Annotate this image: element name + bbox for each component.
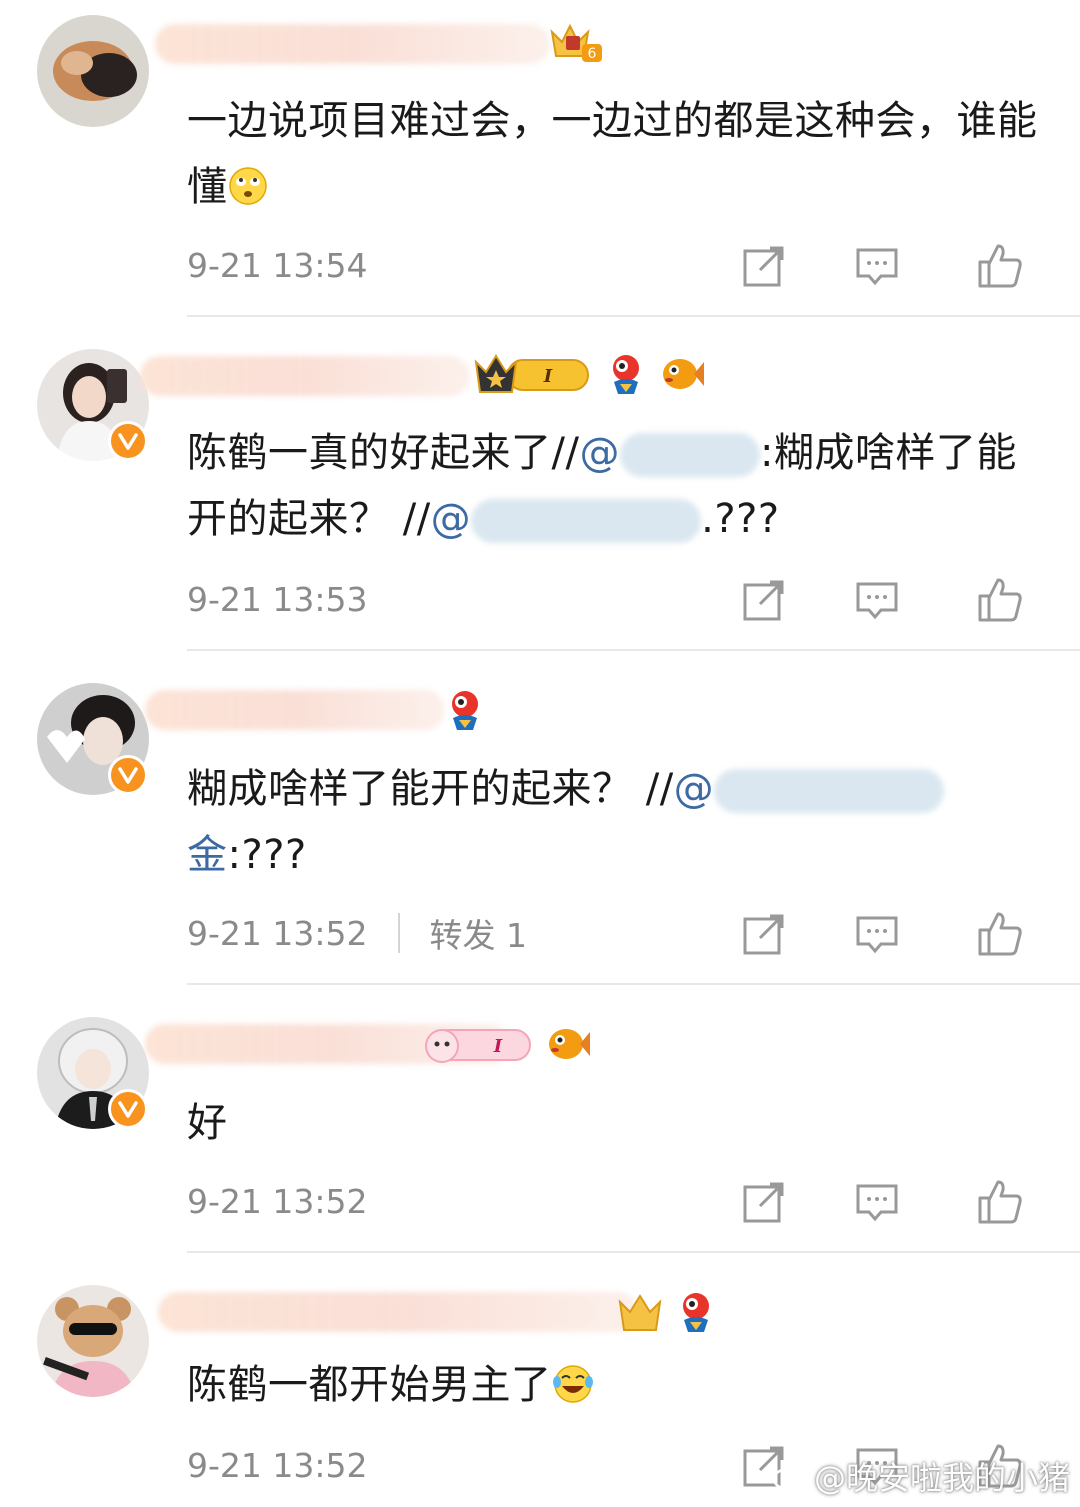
red-bird-icon [613,355,639,394]
comment-time: 9-21 13:52 [187,1445,368,1485]
meta-separator [397,913,400,953]
comment-text-content: .??? [701,496,780,542]
comment-icon[interactable] [853,242,901,290]
comment-icon[interactable] [853,1178,901,1226]
laughing-tears-emoji-icon [552,1365,593,1403]
comment-text-content: 好 [187,1100,228,1146]
comment-text-content: 糊成啥样了能开的起来？ // [187,766,674,812]
rolling-eyes-emoji-icon [228,167,267,205]
share-icon[interactable] [740,1178,788,1226]
comment-icon[interactable] [853,576,901,624]
mention-text: @ [579,430,620,476]
divider [187,1251,1080,1253]
watermark-text: @晚安啦我的小猪 [813,1459,1070,1497]
comment-text: 一边说项目难过会，一边过的都是这种会，谁能懂 [187,88,1057,220]
goldfish-icon [549,1029,590,1059]
divider [187,983,1080,985]
comment-icon[interactable] [853,910,901,958]
mention-text: @ [673,766,715,812]
comment-time: 9-21 13:52 [187,1181,368,1221]
thumbs-up-icon[interactable] [976,576,1024,624]
weibo-logo-icon [772,1461,808,1491]
thumbs-up-icon[interactable] [976,1178,1024,1226]
member-level-text: I [493,1036,503,1057]
username-redacted[interactable] [140,356,470,396]
avatar[interactable] [37,1285,149,1397]
forward-label: 转发 [429,916,496,955]
member-crown-badge [618,1294,662,1331]
comment-text: 糊成啥样了能开的起来？ //@ 金:??? [187,756,1057,888]
username-redacted[interactable] [145,690,445,730]
share-icon[interactable] [740,242,788,290]
mention-text: @ [430,496,472,542]
verified-v-icon [108,755,148,795]
verified-v-icon [108,1089,148,1129]
red-bird-icon [452,691,478,730]
red-bird-icon [683,1293,709,1332]
comment-text: 陈鹤一都开始男主了 [187,1352,1057,1418]
member-crown-badge: I [474,354,589,393]
mention-link[interactable]: @ [430,496,702,543]
goldfish-icon [663,359,704,389]
comment-text-content: :??? [227,832,307,878]
thumbs-up-icon[interactable] [976,910,1024,958]
username-redacted[interactable] [155,24,550,64]
comment-time: 9-21 13:52 [187,913,368,953]
comment-text-content: 一边说项目难过会，一边过的都是这种会，谁能懂 [187,98,1038,210]
comment-text-content: 陈鹤一真的好起来了// [187,430,580,476]
thumbs-up-icon[interactable] [976,242,1024,290]
member-level-badge: 6 [550,23,602,62]
comment-text-content: 陈鹤一都开始男主了 [187,1362,552,1408]
username-redacted[interactable] [158,1292,638,1332]
share-icon[interactable] [740,576,788,624]
mention-text: 金 [187,832,228,878]
member-pink-badge: I [425,1029,531,1063]
mention-link[interactable]: @ [579,430,760,477]
member-level-text: I [543,366,553,387]
share-icon[interactable] [740,910,788,958]
member-level-text: 6 [588,46,597,62]
forward-count-link[interactable]: 转发 1 [430,909,528,957]
comment-time: 9-21 13:53 [187,579,368,619]
weibo-watermark: @晚安啦我的小猪 [772,1453,1070,1499]
forward-count: 1 [506,916,527,955]
comment-text: 陈鹤一真的好起来了//@:糊成啥样了能开的起来？ //@.??? [187,420,1057,552]
comment-text: 好 [187,1090,1057,1156]
avatar[interactable] [37,15,149,127]
divider [187,315,1080,317]
comment-time: 9-21 13:54 [187,245,368,285]
divider [187,649,1080,651]
verified-v-icon [108,421,148,461]
